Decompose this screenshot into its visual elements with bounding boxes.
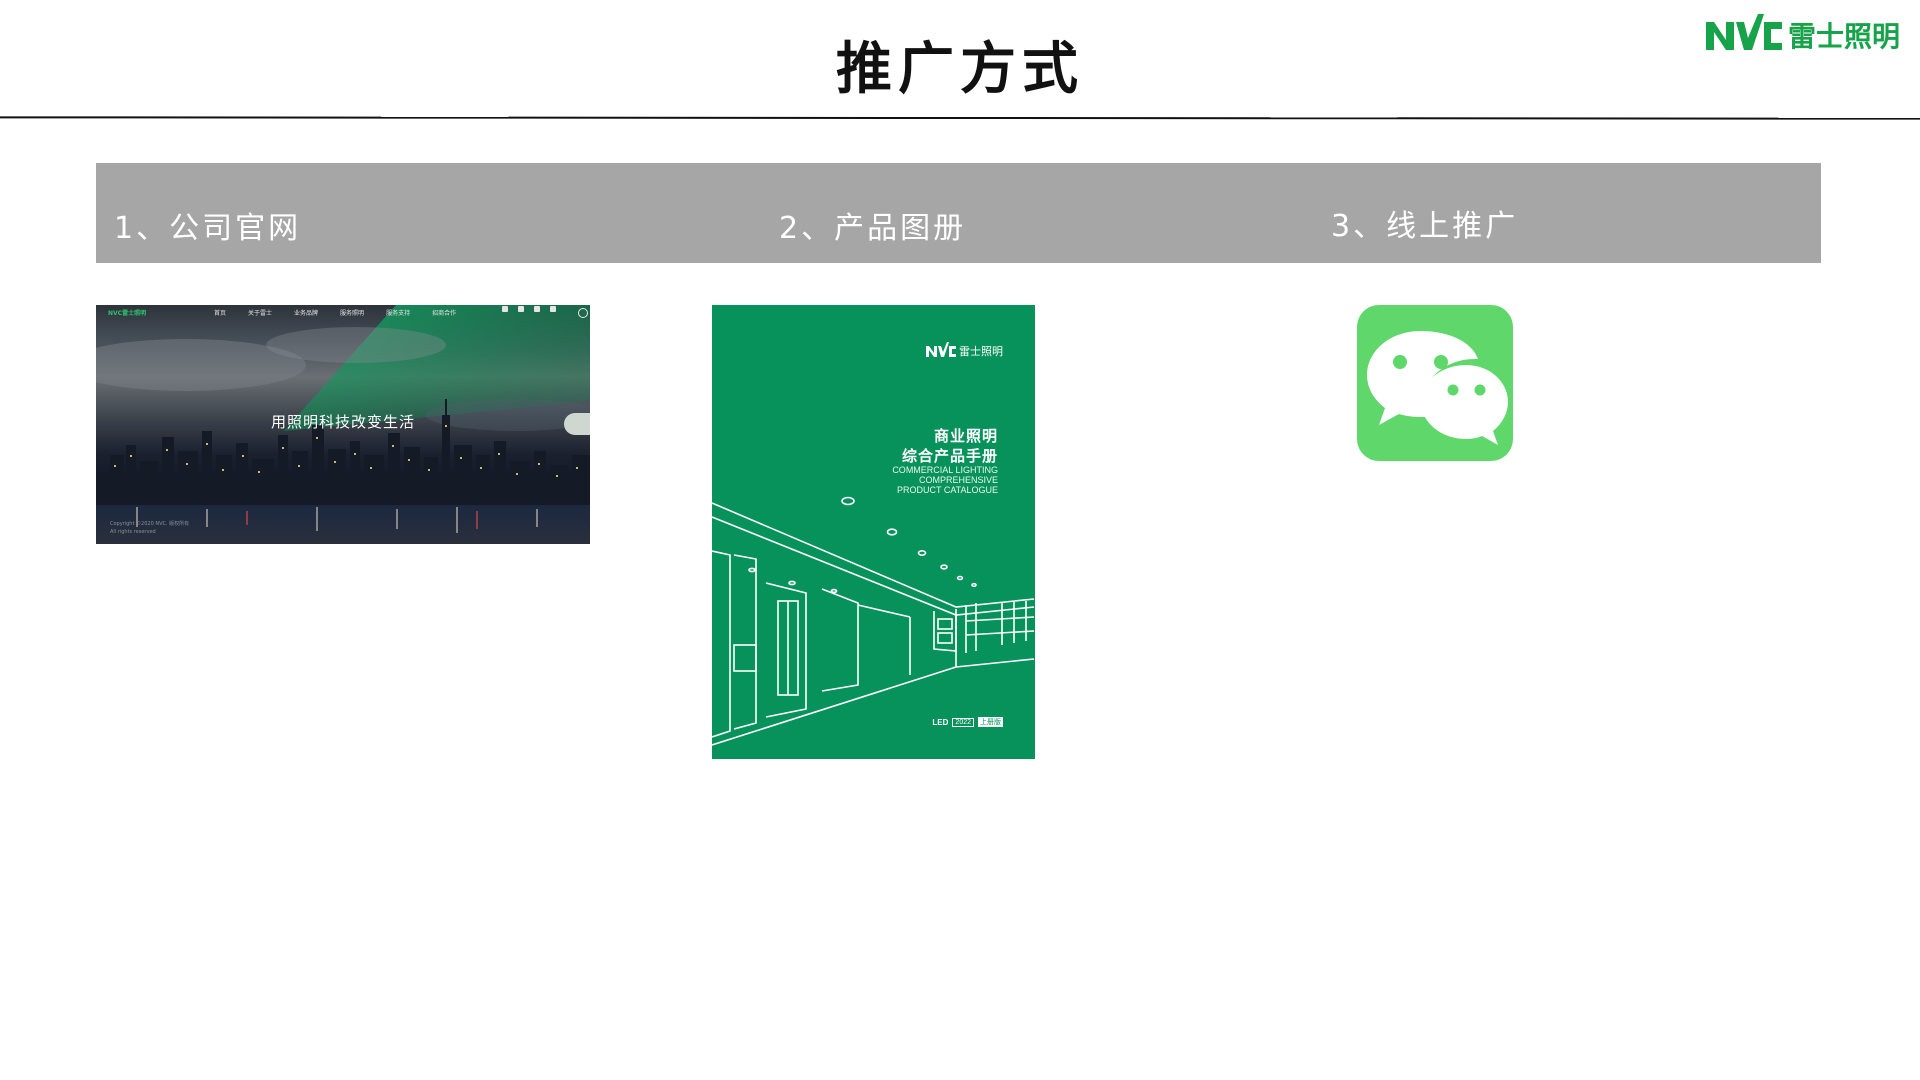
title-divider [0,116,1920,120]
catalogue-title-line: 商业照明 [933,427,998,445]
website-slogan: 用照明科技改变生活 [270,413,415,431]
catalogue-footer: LED 2022 上册版 [932,717,1003,727]
section-header-band: 1、公司官网 2、产品图册 3、线上推广 [96,163,1821,263]
website-nav-item: 业务品牌 [294,309,319,317]
tmall-icon [518,306,524,312]
catalogue-led-mark: LED [932,717,949,727]
catalogue-year: 2022 [952,717,974,727]
website-nav-item: 招商合作 [432,309,457,317]
catalogue-subtitle-line: COMMERCIAL LIGHTING [892,465,998,475]
website-float-button [564,413,590,435]
header-label-website: 1、公司官网 [114,211,302,246]
website-nav-item: 首页 [214,309,227,317]
header-label-catalogue: 2、产品图册 [779,211,967,246]
website-nav-item: 关于雷士 [248,309,273,317]
website-brand: NVC雷士照明 [108,309,147,317]
brand-name: 雷士照明 [1788,20,1900,53]
slide-title: 推广方式 [836,37,1084,102]
catalogue-edition: 上册版 [978,717,1003,727]
website-nav-item: 服务支持 [386,309,411,317]
website-nav-item: 服务照明 [340,309,365,317]
wechat-icon [1357,305,1513,461]
catalogue-title-line: 综合产品手册 [901,447,998,465]
company-website-screenshot: NVC雷士照明 首页 关于雷士 业务品牌 服务照明 服务支持 招商合作 用照明科… [96,305,590,544]
catalogue-subtitle-line: PRODUCT CATALOGUE [896,485,998,495]
website-nav-bar: NVC雷士照明 首页 关于雷士 业务品牌 服务照明 服务支持 招商合作 [96,305,590,319]
catalogue-subtitle-line: COMPREHENSIVE [918,475,998,485]
jd-icon [534,306,540,312]
interior-line-drawing [712,496,1035,746]
shop-icon [550,306,556,312]
search-icon [578,308,588,318]
nvc-logo: 雷士照明 [1706,14,1900,53]
website-nav-icons [502,306,556,312]
product-catalogue-cover: 雷士照明 商业照明 综合产品手册 COMMERCIAL LIGHTING COM… [712,305,1035,759]
header-label-online: 3、线上推广 [1331,209,1519,244]
catalogue-nvc-logo: 雷士照明 [926,342,1003,358]
website-copyright: Copyright ©2020 NVC. 版权所有 All rights res… [110,521,190,535]
weibo-icon [502,306,508,312]
catalogue-brand: 雷士照明 [959,345,1003,358]
